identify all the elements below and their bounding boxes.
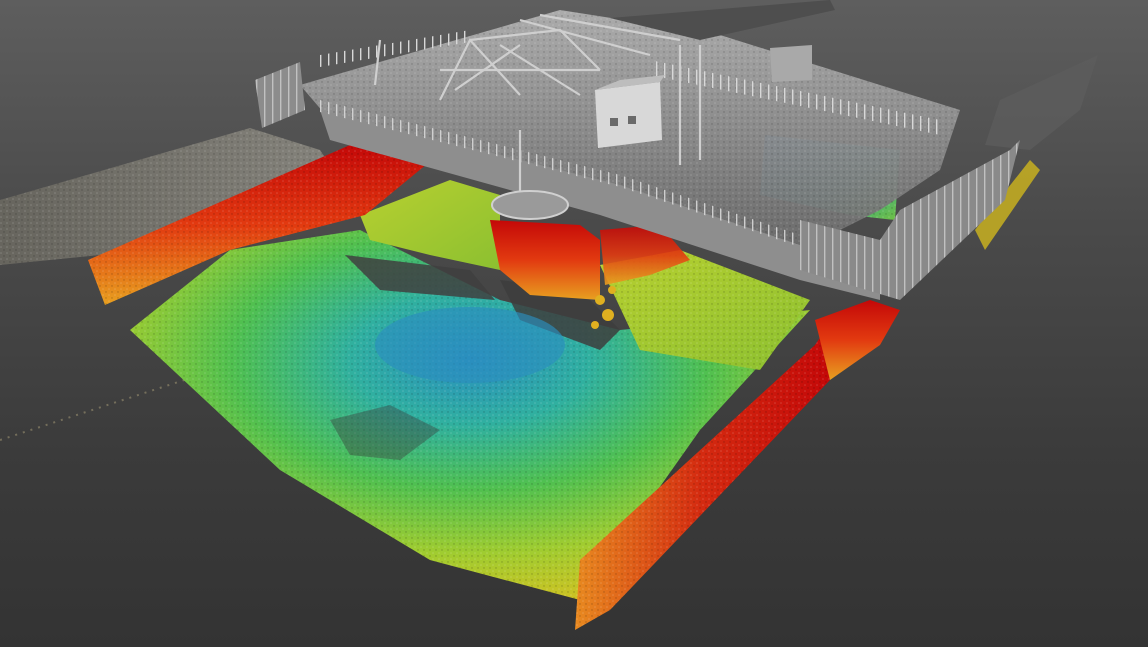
point-cloud-scene[interactable] (0, 0, 1148, 647)
back-roof-box (770, 45, 812, 82)
control-house (595, 75, 665, 148)
far-right-red-wall (815, 300, 900, 380)
deep-zone (375, 307, 565, 383)
3d-viewport[interactable] (0, 0, 1148, 647)
round-pier (491, 190, 569, 220)
right-embankment (985, 55, 1098, 150)
left-fence-rails (255, 62, 305, 128)
